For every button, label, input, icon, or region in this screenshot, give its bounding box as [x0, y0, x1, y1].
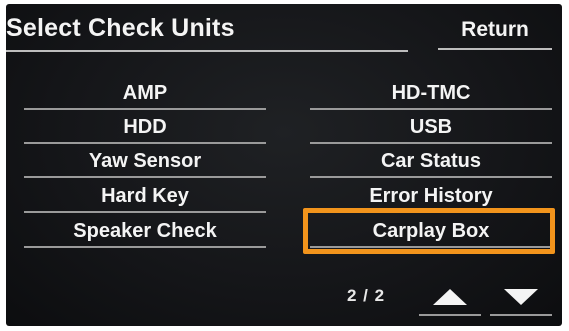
page-down-button[interactable]	[490, 280, 552, 316]
title-underline	[6, 50, 408, 52]
triangle-up-icon	[433, 289, 467, 305]
photo-frame: Select Check Units Return AMP HDD Yaw Se…	[0, 0, 569, 331]
page-title: Select Check Units	[6, 14, 235, 42]
unit-button-speaker-check[interactable]: Speaker Check	[24, 216, 266, 248]
unit-button-hd-tmc[interactable]: HD-TMC	[310, 78, 552, 110]
triangle-down-icon	[504, 289, 538, 305]
unit-button-car-status[interactable]: Car Status	[310, 146, 552, 178]
unit-button-amp[interactable]: AMP	[24, 78, 266, 110]
page-up-button[interactable]	[419, 280, 481, 316]
head-unit-screen: Select Check Units Return AMP HDD Yaw Se…	[6, 4, 562, 326]
page-indicator: 2 / 2	[346, 286, 386, 305]
unit-button-error-history[interactable]: Error History	[310, 181, 552, 213]
unit-button-usb[interactable]: USB	[310, 112, 552, 144]
unit-button-carplay-box[interactable]: Carplay Box	[310, 216, 552, 248]
unit-button-yaw-sensor[interactable]: Yaw Sensor	[24, 146, 266, 178]
return-button[interactable]: Return	[438, 12, 552, 50]
unit-button-hard-key[interactable]: Hard Key	[24, 181, 266, 213]
unit-button-hdd[interactable]: HDD	[24, 112, 266, 144]
